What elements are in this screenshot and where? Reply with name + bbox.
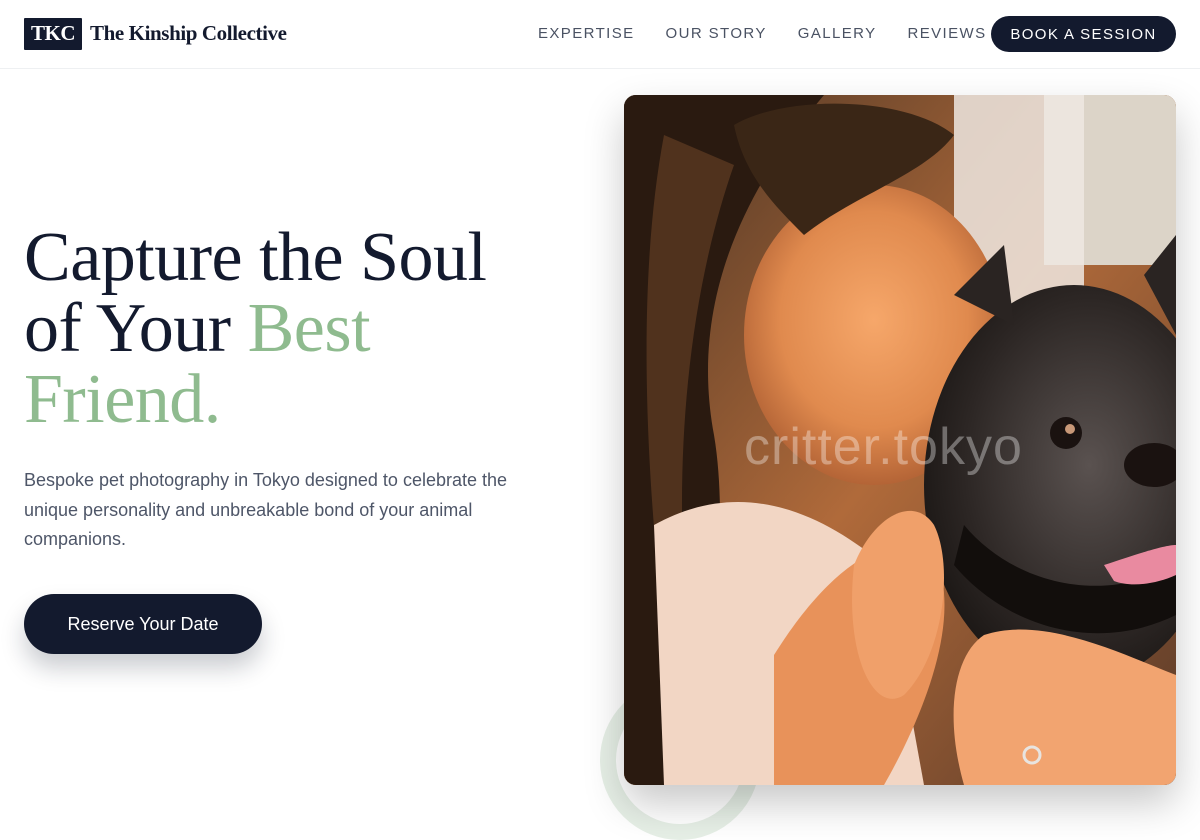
hero-title-line2: of Your <box>24 290 248 367</box>
nav-link-our-story[interactable]: OUR STORY <box>666 25 767 42</box>
nav-link-reviews[interactable]: REVIEWS <box>908 25 987 42</box>
brand-name: The Kinship Collective <box>90 21 287 45</box>
hero-subtitle: Bespoke pet photography in Tokyo designe… <box>24 470 508 549</box>
photo-watermark: critter.tokyo <box>744 418 1023 476</box>
nav-link-expertise[interactable]: EXPERTISE <box>538 25 635 42</box>
nav-link-gallery[interactable]: GALLERY <box>798 25 877 42</box>
hero-title: Capture the Soul of Your Best Friend. <box>24 222 584 435</box>
hero-photo: critter.tokyo <box>624 95 1176 785</box>
reserve-date-button[interactable]: Reserve Your Date <box>24 594 262 654</box>
brand-mark: TKC <box>24 17 82 50</box>
hero-title-accent-best: Best <box>247 290 371 367</box>
book-session-button[interactable]: BOOK A SESSION <box>991 16 1176 52</box>
site-header: TKC The Kinship Collective EXPERTISE OUR… <box>0 0 1200 69</box>
brand-logo[interactable]: TKC The Kinship Collective <box>24 17 287 50</box>
hero-title-line1: Capture the Soul <box>24 219 487 296</box>
hero-title-accent-friend: Friend. <box>24 361 221 438</box>
main-nav: EXPERTISE OUR STORY GALLERY REVIEWS <box>538 24 1017 42</box>
